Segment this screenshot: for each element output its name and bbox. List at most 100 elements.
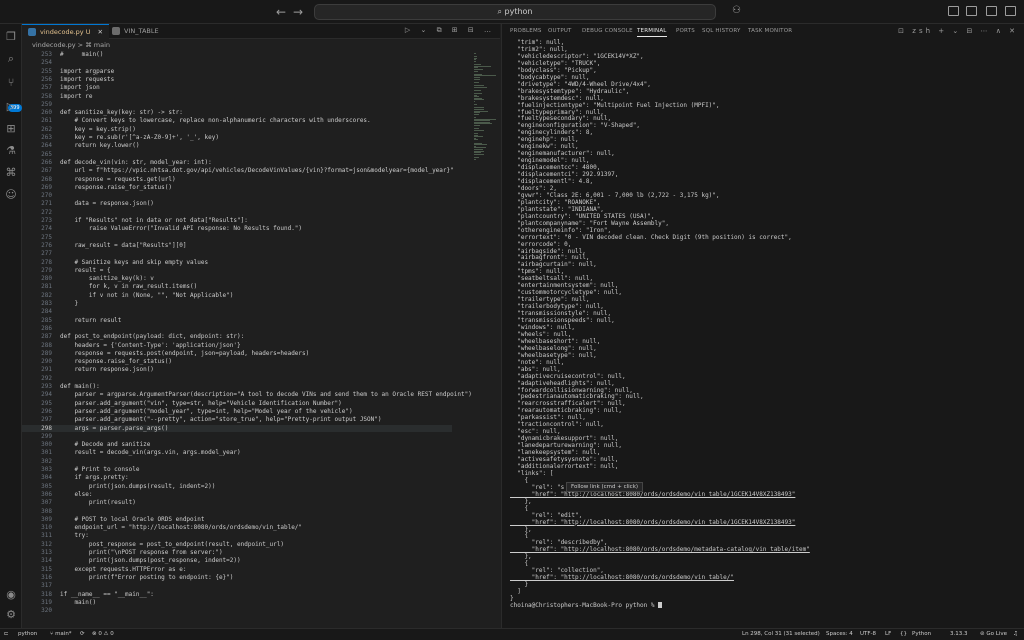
code-line[interactable]: 286 (22, 325, 452, 332)
code-line[interactable]: 260 def sanitize_key(key: str) -> str: (22, 109, 452, 116)
code-line[interactable]: 308 (22, 508, 452, 515)
back-arrow-icon[interactable]: ← (276, 5, 286, 19)
testing-icon[interactable]: ⚗ (4, 144, 18, 158)
panel-tab-debug-console[interactable]: DEBUG CONSOLE (582, 28, 633, 34)
code-line[interactable]: 271 data = response.json() (22, 200, 452, 207)
code-line[interactable]: 255 import argparse (22, 68, 452, 75)
customize-layout-icon[interactable] (1005, 6, 1016, 16)
code-line[interactable]: 288 headers = {'Content-Type': 'applicat… (22, 342, 452, 349)
terminal-output[interactable]: "trim": null, "trim2": null, "vehicledes… (510, 39, 1010, 624)
code-line[interactable]: 267 url = f"https://vpic.nhtsa.dot.gov/a… (22, 167, 454, 174)
code-line[interactable]: 282 if v not in (None, "", "Not Applicab… (22, 292, 452, 299)
code-line[interactable]: 314 print(json.dumps(post_response, inde… (22, 557, 452, 564)
code-line[interactable]: 309 # POST to local Oracle ORDS endpoint (22, 516, 452, 523)
code-line[interactable]: 307 print(result) (22, 499, 452, 506)
code-line[interactable]: 311 try: (22, 532, 452, 539)
code-line[interactable]: 284 (22, 308, 452, 315)
breadcrumb[interactable]: vindecode.py > ⌘ main (32, 41, 110, 49)
forward-arrow-icon[interactable]: → (293, 5, 303, 19)
python-version[interactable]: 3.13.3 (950, 631, 968, 637)
panel-tab-output[interactable]: OUTPUT (548, 28, 572, 34)
code-line[interactable]: 290 response.raise_for_status() (22, 358, 452, 365)
code-line[interactable]: 253 # main() (22, 51, 452, 58)
code-line[interactable]: 318 if __name__ == "__main__": (22, 591, 452, 598)
code-editor[interactable]: 253 # main() 254 255 import argparse 256 impor… (22, 51, 472, 628)
run-debug-icon[interactable]: ▷ (4, 100, 18, 114)
code-line[interactable]: 292 (22, 375, 452, 382)
sync-icon[interactable]: ⟳ (80, 631, 85, 637)
code-line[interactable]: 273 if "Results" not in data or not data… (22, 217, 452, 224)
panel-tab-ports[interactable]: PORTS (676, 28, 695, 34)
code-line[interactable]: 312 post_response = post_to_endpoint(res… (22, 541, 452, 548)
cursor-position[interactable]: Ln 298, Col 31 (31 selected) (742, 631, 820, 637)
code-line[interactable]: 279 result = { (22, 267, 452, 274)
code-line[interactable]: 272 (22, 209, 452, 216)
code-line[interactable]: 269 response.raise_for_status() (22, 184, 452, 191)
code-line[interactable]: 305 print(json.dumps(result, indent=2)) (22, 483, 452, 490)
code-line[interactable]: 263 key = re.sub(r'[^a-zA-Z0-9]+', '_', … (22, 134, 452, 141)
tab-vin-table[interactable]: VIN_TABLE (106, 24, 165, 39)
panel-action-icons[interactable]: + ⌄ ⊟ ⋯ ∧ ✕ (938, 27, 1018, 35)
close-icon[interactable]: ✕ (98, 28, 103, 36)
code-line[interactable]: 306 else: (22, 491, 452, 498)
language-mode[interactable]: Python (912, 631, 931, 637)
minimap[interactable] (474, 51, 498, 628)
code-line[interactable]: 320 (22, 607, 452, 614)
code-line[interactable]: 304 if args.pretty: (22, 474, 452, 481)
command-center-search[interactable]: ⌕ python (314, 4, 716, 20)
code-line[interactable]: 262 key = key.strip() (22, 126, 452, 133)
toggle-sidebar-icon[interactable] (948, 6, 959, 16)
code-line[interactable]: 316 print(f"Error posting to endpoint: {… (22, 574, 452, 581)
code-line[interactable]: 301 result = decode_vin(args.vin, args.m… (22, 449, 452, 456)
manage-gear-icon[interactable]: ⚙ (4, 608, 18, 622)
code-line[interactable]: 295 parser.add_argument("vin", type=str,… (22, 400, 452, 407)
editor-actions[interactable]: ▷ ⌄ ⧉ ⊞ ⊟ … (405, 26, 495, 35)
code-line[interactable]: 264 return key.lower() (22, 142, 452, 149)
code-line[interactable]: 313 print("\nPOST response from server:"… (22, 549, 452, 556)
code-line[interactable]: 300 # Decode and sanitize (22, 441, 452, 448)
code-line[interactable]: 278 # Sanitize keys and skip empty value… (22, 259, 452, 266)
code-line[interactable]: 281 for k, v in raw_result.items() (22, 283, 452, 290)
code-line[interactable]: 299 (22, 433, 452, 440)
code-line[interactable]: 294 parser = argparse.ArgumentParser(des… (22, 391, 472, 398)
code-line[interactable]: 317 (22, 582, 452, 589)
code-line[interactable]: 276 raw_result = data["Results"][0] (22, 242, 452, 249)
copilot-chat-icon[interactable]: ☺ (4, 188, 18, 202)
code-line[interactable]: 275 (22, 234, 452, 241)
code-line[interactable]: 256 import requests (22, 76, 452, 83)
tab-vindecode[interactable]: vindecode.py U ✕ (22, 24, 109, 39)
code-line[interactable]: 261 # Convert keys to lowercase, replace… (22, 117, 452, 124)
code-line[interactable]: 289 response = requests.post(endpoint, j… (22, 350, 452, 357)
panel-tab-terminal[interactable]: TERMINAL (637, 28, 667, 37)
remote-icon[interactable]: ⊏ (4, 631, 9, 637)
source-control-icon[interactable]: ⑂ (4, 76, 18, 90)
code-line[interactable]: 298 args = parser.parse_args() (22, 424, 452, 432)
toggle-secondary-icon[interactable] (966, 6, 977, 16)
search-icon[interactable]: ⌕ (4, 52, 18, 66)
code-line[interactable]: 280 sanitize_key(k): v (22, 275, 452, 282)
toggle-panel-icon[interactable] (986, 6, 997, 16)
code-line[interactable]: 285 return result (22, 317, 452, 324)
code-line[interactable]: 310 endpoint_url = "http://localhost:808… (22, 524, 452, 531)
explorer-icon[interactable]: ❐ (4, 30, 18, 44)
panel-tab-problems[interactable]: PROBLEMS (510, 28, 542, 34)
code-line[interactable]: 296 parser.add_argument("model_year", ty… (22, 408, 452, 415)
code-line[interactable]: 266 def decode_vin(vin: str, model_year: … (22, 159, 452, 166)
code-line[interactable]: 287 def post_to_endpoint(payload: dict, e… (22, 333, 452, 340)
code-line[interactable]: 315 except requests.HTTPError as e: (22, 566, 452, 573)
code-line[interactable]: 258 import re (22, 93, 452, 100)
code-line[interactable]: 277 (22, 250, 452, 257)
code-line[interactable]: 268 response = requests.get(url) (22, 176, 452, 183)
code-line[interactable]: 291 return response.json() (22, 366, 452, 373)
code-line[interactable]: 303 # Print to console (22, 466, 452, 473)
encoding[interactable]: UTF-8 (860, 631, 876, 637)
code-line[interactable]: 265 (22, 151, 452, 158)
remote-explorer-icon[interactable]: ⌘ (4, 166, 18, 180)
accounts-icon[interactable]: ◉ (4, 588, 18, 602)
code-line[interactable]: 257 import json (22, 84, 452, 91)
code-line[interactable]: 283 } (22, 300, 452, 307)
branch-indicator[interactable]: ⑂ main* (50, 631, 72, 637)
problems-count[interactable]: ⊗ 0 ⚠ 0 (92, 631, 114, 637)
panel-tab-sql-history[interactable]: SQL HISTORY (702, 28, 741, 34)
code-line[interactable]: 319 main() (22, 599, 452, 606)
